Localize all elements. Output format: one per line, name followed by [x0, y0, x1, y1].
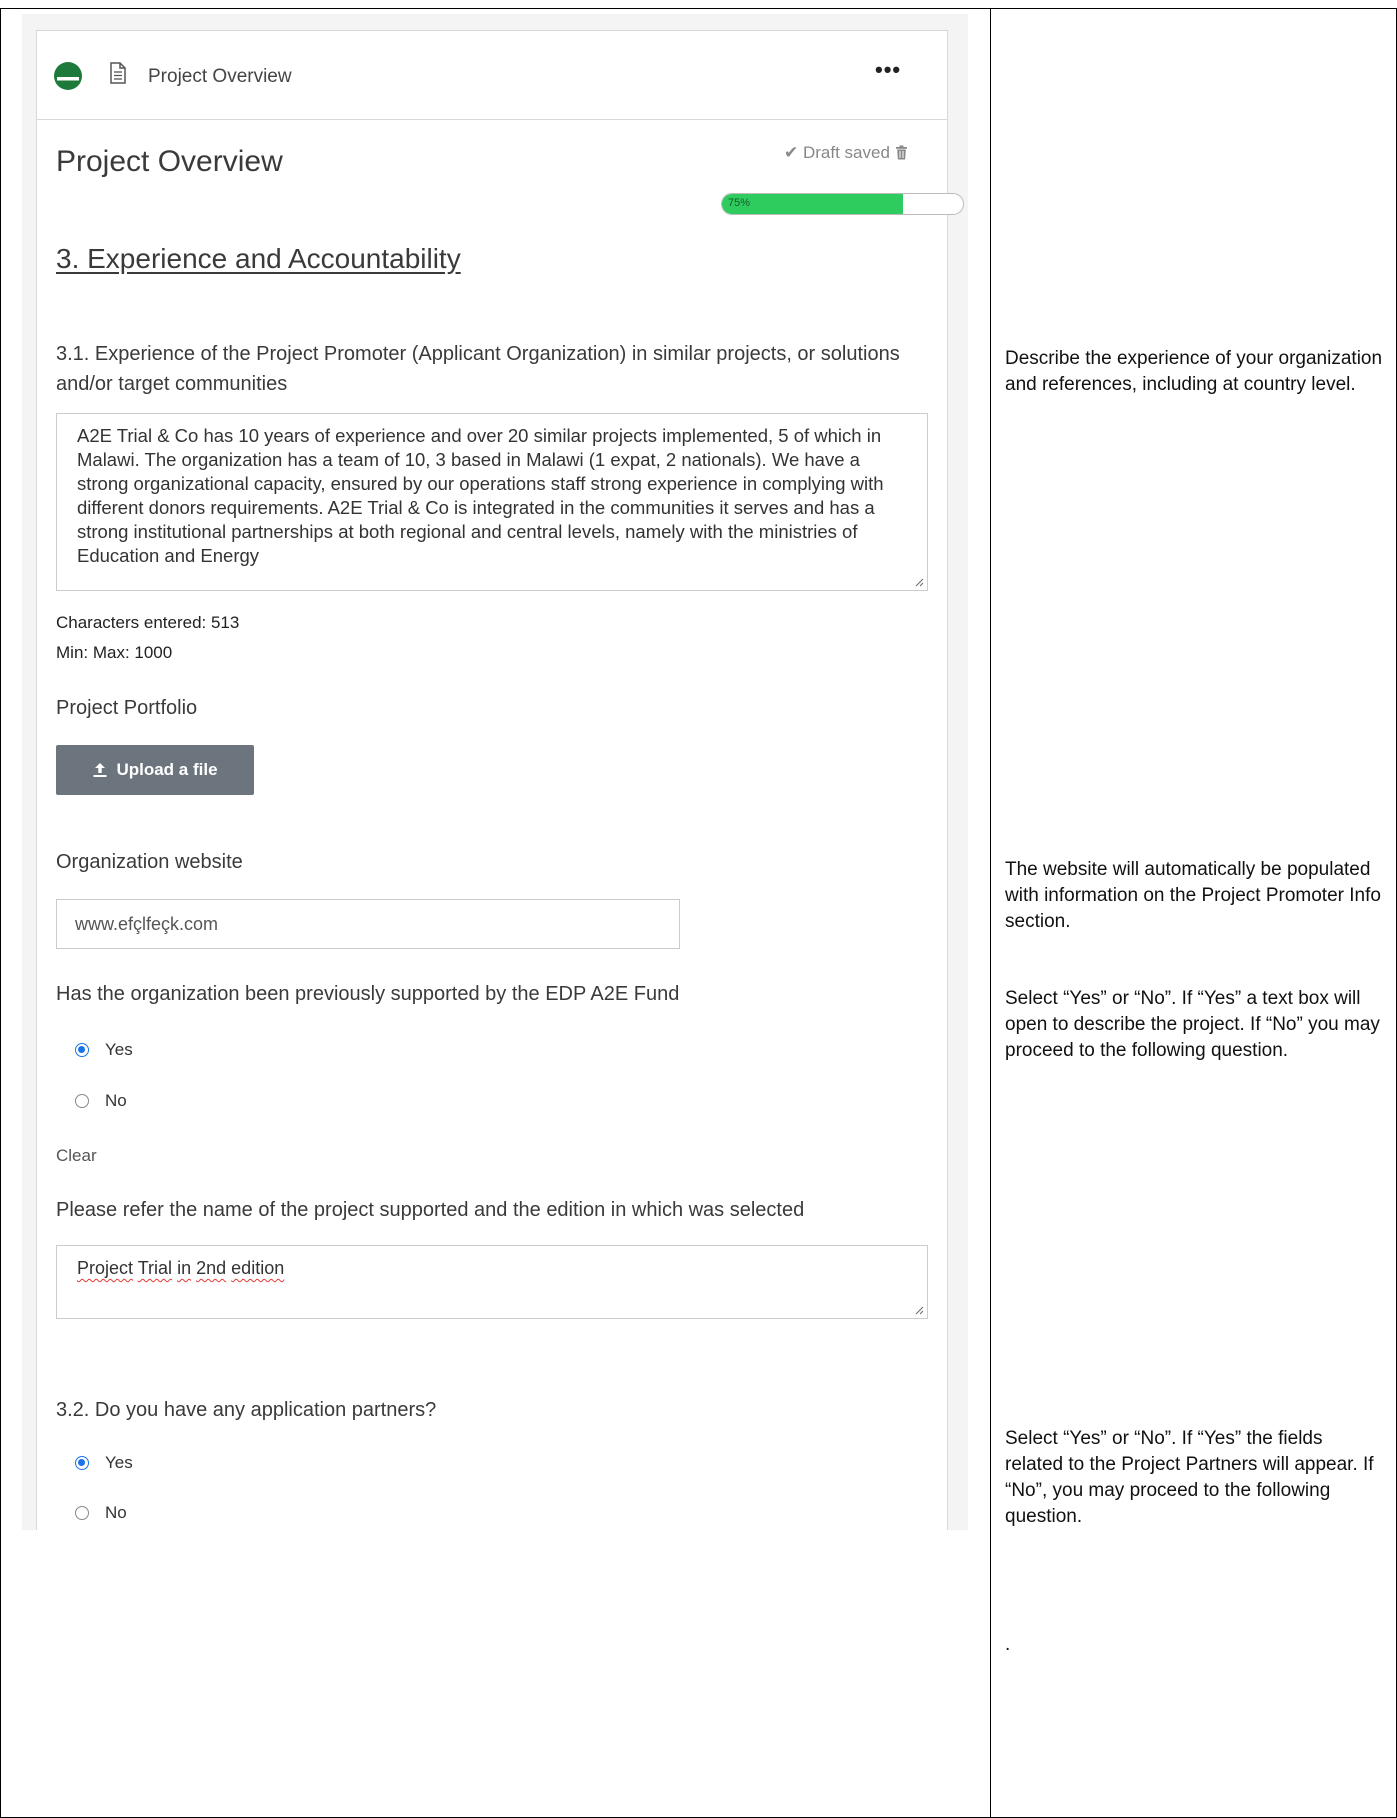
previous-support-no-label: No	[105, 1091, 127, 1110]
radio-no[interactable]	[75, 1506, 89, 1520]
previous-support-yes-option[interactable]: Yes	[75, 1040, 133, 1060]
radio-no[interactable]	[75, 1094, 89, 1108]
project-name-word: Project	[77, 1258, 134, 1278]
question-3-2-label: 3.2. Do you have any application partner…	[56, 1399, 437, 1421]
previous-support-no-option[interactable]: No	[75, 1091, 127, 1111]
project-name-word: 2nd	[196, 1258, 227, 1278]
draft-status: ✔ Draft saved	[784, 143, 908, 163]
trash-icon[interactable]	[895, 145, 908, 160]
partners-no-label: No	[105, 1503, 127, 1522]
project-name-word: Trial	[137, 1258, 173, 1278]
upload-file-label: Upload a file	[116, 760, 218, 779]
organization-website-label: Organization website	[56, 851, 243, 873]
form-card: Project Overview ••• Project Overview ✔ …	[36, 30, 964, 1530]
draft-status-text: ✔ Draft saved	[784, 143, 890, 162]
project-name-label: Please refer the name of the project sup…	[56, 1199, 805, 1221]
min-max-info: Min: Max: 1000	[56, 643, 173, 662]
note-experience: Describe the experience of your organiza…	[1005, 348, 1383, 395]
section-title: 3. Experience and Accountability	[56, 243, 461, 274]
note-dot: .	[1005, 1634, 1011, 1655]
upload-file-button[interactable]: Upload a file	[56, 745, 254, 795]
progress-label: 75%	[728, 197, 751, 209]
document-icon	[110, 62, 126, 84]
project-name-textarea[interactable]: Project Trial in 2nd edition	[56, 1245, 928, 1319]
character-count: Characters entered: 513	[56, 613, 240, 632]
question-3-1-label: 3.1. Experience of the Project Promoter …	[56, 343, 900, 395]
upload-icon	[93, 763, 107, 777]
partners-no-option[interactable]: No	[75, 1503, 127, 1523]
page-title: Project Overview	[56, 145, 283, 178]
note-previous-support: Select “Yes” or “No”. If “Yes” a text bo…	[1005, 988, 1380, 1061]
column-divider	[990, 8, 991, 1818]
partners-yes-option[interactable]: Yes	[75, 1453, 133, 1473]
clear-selection-link[interactable]: Clear	[56, 1146, 97, 1166]
partners-yes-label: Yes	[105, 1453, 133, 1472]
radio-yes-selected[interactable]	[75, 1043, 89, 1057]
previous-support-label: Has the organization been previously sup…	[56, 983, 680, 1005]
card-header: Project Overview •••	[37, 31, 947, 120]
project-name-word: edition	[231, 1258, 285, 1278]
experience-text: A2E Trial & Co has 10 years of experienc…	[77, 425, 884, 566]
website-value: www.efçlfeçk.com	[75, 914, 219, 934]
radio-yes-selected[interactable]	[75, 1456, 89, 1470]
previous-support-yes-label: Yes	[105, 1040, 133, 1059]
header-title: Project Overview	[148, 66, 292, 87]
project-portfolio-label: Project Portfolio	[56, 697, 198, 719]
resize-grip-icon[interactable]	[914, 577, 924, 587]
resize-grip-icon[interactable]	[914, 1305, 924, 1315]
note-website: The website will automatically be popula…	[1005, 859, 1381, 932]
progress-bar: 75%	[721, 193, 964, 215]
status-circle-icon	[54, 62, 82, 90]
note-partners: Select “Yes” or “No”. If “Yes” the field…	[1005, 1428, 1374, 1527]
project-name-word: in	[177, 1258, 192, 1278]
more-options-icon[interactable]: •••	[875, 57, 901, 83]
form-panel: Project Overview ••• Project Overview ✔ …	[22, 14, 968, 1530]
experience-textarea[interactable]: A2E Trial & Co has 10 years of experienc…	[56, 413, 928, 591]
website-input[interactable]: www.efçlfeçk.com	[56, 899, 680, 949]
